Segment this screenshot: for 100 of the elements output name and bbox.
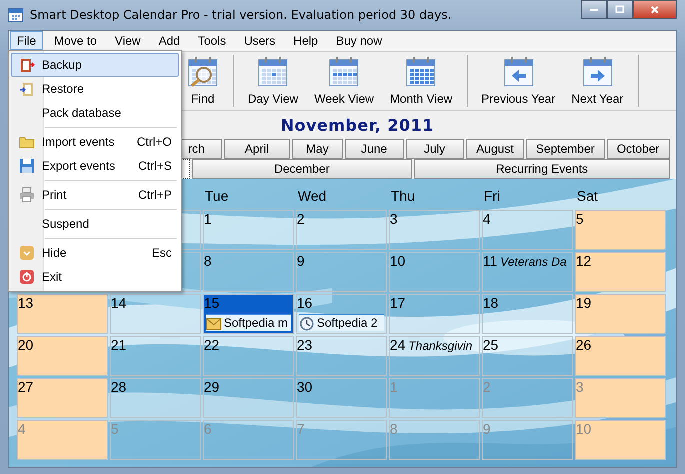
day-number: 16 (297, 295, 313, 311)
day-number: 3 (390, 211, 398, 227)
day-cell[interactable]: 12 (575, 252, 666, 292)
day-cell[interactable]: 3 (389, 210, 480, 250)
weekday-header: Wed (297, 188, 328, 204)
weekday-header: Sat (576, 188, 600, 204)
day-cell[interactable]: 9 (296, 252, 387, 292)
month-tab[interactable]: Recurring Events (414, 159, 670, 179)
day-cell[interactable]: 13 (17, 294, 108, 334)
month-tab[interactable]: April (224, 139, 290, 159)
day-cell[interactable]: 4 (482, 210, 573, 250)
day-cell[interactable]: 11 Veterans Da (482, 252, 573, 292)
day-number: 11 (483, 253, 498, 269)
holiday-label: Thanksgivin (408, 339, 473, 353)
day-cell[interactable]: 30 (296, 378, 387, 418)
day-number: 30 (297, 379, 313, 395)
printer-icon (19, 187, 35, 203)
month-tab[interactable]: June (345, 139, 404, 159)
close-icon (650, 4, 660, 14)
menu-item[interactable]: Suspend (11, 212, 179, 236)
clock-icon (299, 315, 315, 331)
day-cell[interactable]: 23 (296, 336, 387, 376)
day-cell[interactable]: 17 (389, 294, 480, 334)
menu-item[interactable]: Add (152, 31, 188, 50)
month-tab[interactable]: December (192, 159, 412, 179)
toolbar-button[interactable]: Next Year (564, 52, 632, 110)
menu-item[interactable]: Pack database (11, 101, 179, 125)
menu-item[interactable]: Buy now (329, 31, 390, 50)
month-title: November, 2011 (280, 116, 434, 134)
window-title: Smart Desktop Calendar Pro - trial version. Evaluation period 30 days. (30, 8, 452, 22)
day-cell[interactable]: 22 (203, 336, 294, 376)
weekday-header: Tue (204, 188, 230, 204)
calendar-icon (328, 56, 360, 88)
day-cell[interactable]: 10 (389, 252, 480, 292)
event-item[interactable]: Softpedia m (206, 315, 291, 331)
day-number: 21 (111, 337, 127, 353)
menu-item[interactable]: Tools (191, 31, 234, 50)
day-number: 13 (18, 295, 34, 311)
toolbar-button[interactable]: Day View (240, 52, 306, 110)
day-cell[interactable]: 15 Softpedia m (203, 294, 294, 334)
day-cell[interactable]: 26 (575, 336, 666, 376)
day-number: 18 (483, 295, 499, 311)
day-number: 26 (576, 337, 592, 353)
power-icon (19, 269, 35, 285)
day-number: 20 (18, 337, 34, 353)
month-tab[interactable]: May (292, 139, 344, 159)
day-number: 17 (390, 295, 406, 311)
menu-item[interactable]: Exit (11, 265, 179, 289)
toolbar-button[interactable]: Week View (306, 52, 382, 110)
day-cell[interactable]: 16 Softpedia 2 (296, 294, 387, 334)
clipboard-icon (19, 81, 35, 97)
minimize-button[interactable] (581, 0, 607, 19)
day-number: 3 (576, 379, 584, 395)
day-number: 12 (576, 253, 592, 269)
menu-item[interactable]: Backup (11, 53, 179, 77)
day-number: 8 (204, 253, 212, 269)
menu-item[interactable]: Help (286, 31, 326, 50)
day-number: 2 (297, 211, 305, 227)
menu-item[interactable]: Restore (11, 77, 179, 101)
month-tab[interactable]: September (526, 139, 605, 159)
day-number: 1 (390, 379, 398, 395)
menu-item[interactable]: Move to (47, 31, 104, 50)
day-cell[interactable]: 21 (110, 336, 201, 376)
event-item[interactable]: Softpedia 2 (299, 315, 384, 331)
day-cell[interactable]: 29 (203, 378, 294, 418)
day-cell[interactable]: 18 (482, 294, 573, 334)
maximize-button[interactable] (607, 0, 633, 19)
close-button[interactable] (633, 0, 677, 19)
menu-item[interactable]: Print Ctrl+P (11, 183, 179, 207)
day-cell[interactable]: 19 (575, 294, 666, 334)
day-number: 25 (483, 337, 499, 353)
toolbar-button[interactable]: Previous Year (474, 52, 564, 110)
menu-item[interactable]: Hide Esc (11, 241, 179, 265)
month-tab[interactable]: August (466, 139, 524, 159)
day-cell[interactable]: 8 (203, 252, 294, 292)
menu-item[interactable]: View (108, 31, 148, 50)
month-tab[interactable]: July (406, 139, 464, 159)
day-number: 4 (483, 211, 491, 227)
menu-item[interactable]: File (10, 31, 44, 50)
day-cell[interactable]: 25 (482, 336, 573, 376)
day-number: 28 (111, 379, 127, 395)
day-cell[interactable]: 28 (110, 378, 201, 418)
day-cell[interactable]: 27 (17, 378, 108, 418)
menu-item[interactable]: Users (237, 31, 283, 50)
day-number: 19 (576, 295, 592, 311)
toolbar-button[interactable]: Month View (382, 52, 461, 110)
day-cell[interactable]: 14 (110, 294, 201, 334)
day-number: 10 (390, 253, 406, 269)
day-cell[interactable]: 2 (296, 210, 387, 250)
day-number: 5 (111, 421, 119, 437)
day-cell[interactable]: 20 (17, 336, 108, 376)
search-icon (187, 56, 219, 88)
month-tab[interactable]: October (606, 139, 670, 159)
calendar-arrow-icon (502, 56, 535, 88)
holiday-label: Veterans Da (500, 255, 567, 269)
day-number: 14 (111, 295, 127, 311)
day-cell[interactable]: 1 (203, 210, 294, 250)
day-cell[interactable]: 5 (575, 210, 666, 250)
day-cell[interactable]: 24 Thanksgivin (389, 336, 480, 376)
day-number: 1 (204, 211, 212, 227)
